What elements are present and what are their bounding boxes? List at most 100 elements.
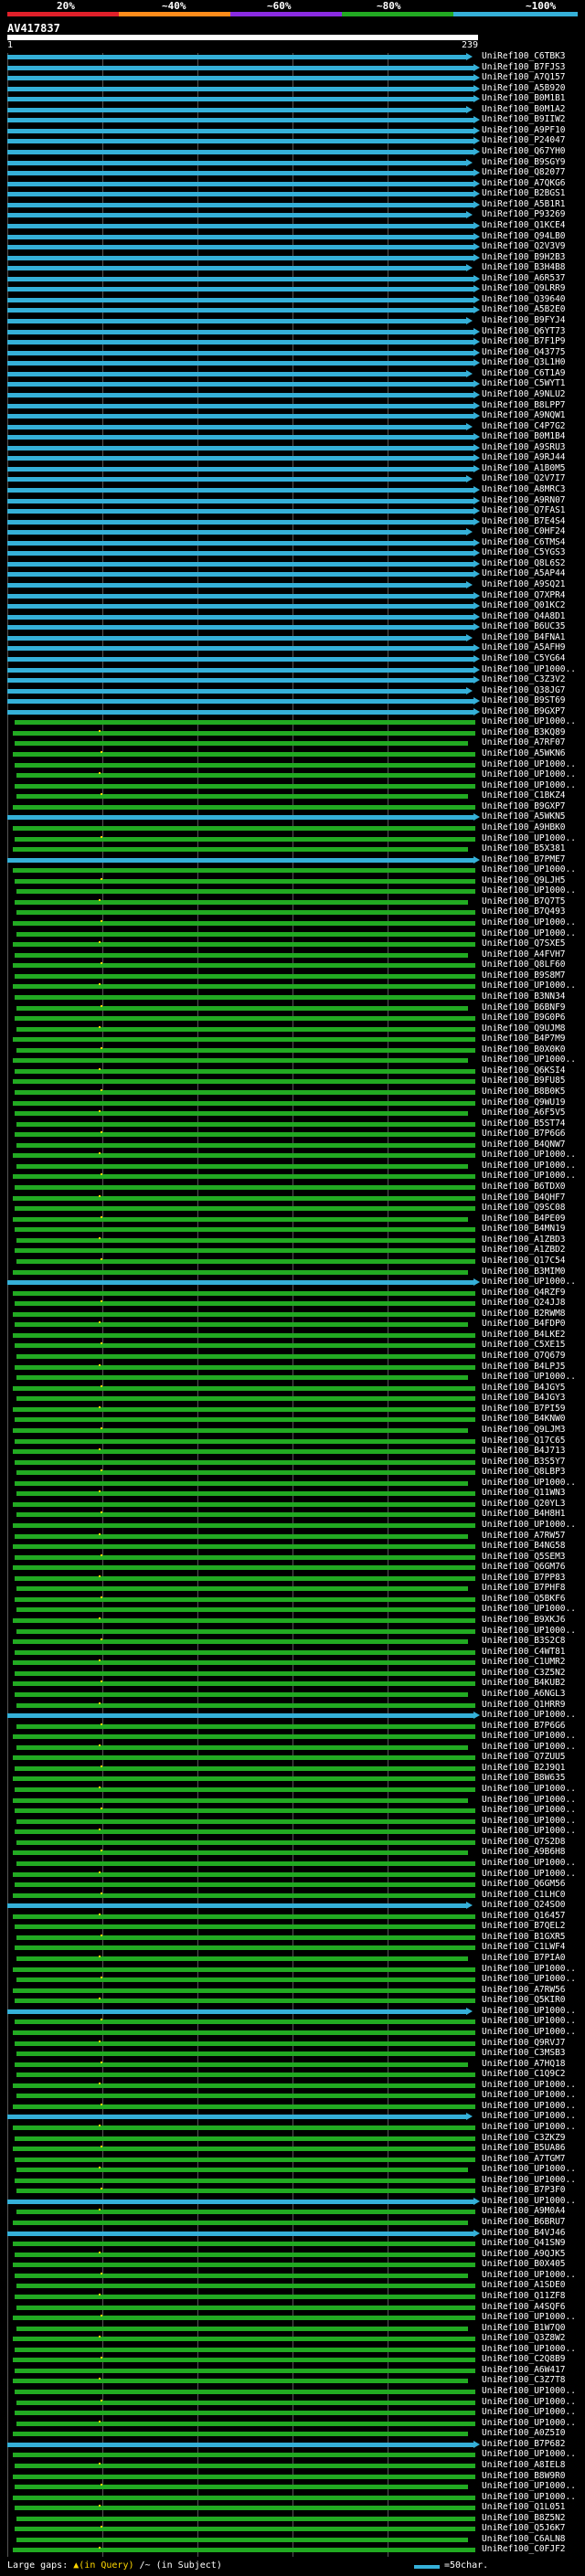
hit-row[interactable]: UniRef100_UP1000..	[0, 1521, 585, 1530]
hit-alignment-bar[interactable]	[15, 2178, 475, 2183]
hit-alignment-bar[interactable]	[15, 1111, 468, 1117]
hit-label[interactable]: UniRef100_UP1000..	[482, 1795, 576, 1805]
hit-label[interactable]: UniRef100_B2RWM8	[482, 1309, 566, 1319]
hit-alignment-bar[interactable]	[16, 2094, 475, 2099]
hit-label[interactable]: UniRef100_A5AP44	[482, 569, 566, 578]
hit-alignment-bar[interactable]	[7, 857, 475, 863]
hit-alignment-bar[interactable]	[7, 498, 475, 504]
hit-label[interactable]: UniRef100_A5AFH9	[482, 643, 566, 652]
hit-row[interactable]: UniRef100_A8IEL8	[0, 2460, 585, 2470]
hit-alignment-bar[interactable]	[16, 794, 468, 800]
hit-alignment-bar[interactable]	[16, 2210, 475, 2215]
hit-alignment-bar[interactable]	[7, 371, 468, 376]
hit-alignment-bar[interactable]	[13, 2083, 475, 2088]
hit-row[interactable]: UniRef100_B7P6G6	[0, 1721, 585, 1731]
hit-alignment-bar[interactable]	[7, 519, 475, 525]
hit-label[interactable]: UniRef100_B6BNF9	[482, 1002, 566, 1012]
hit-row[interactable]: UniRef100_UP1000..	[0, 2418, 585, 2428]
hit-row[interactable]: UniRef100_C2Q8B9	[0, 2355, 585, 2364]
hit-alignment-bar[interactable]	[15, 2041, 475, 2046]
hit-label[interactable]: UniRef100_Q9LJM3	[482, 1425, 566, 1435]
hit-row[interactable]: UniRef100_UP1000..	[0, 780, 585, 790]
hit-alignment-bar[interactable]	[16, 1237, 475, 1243]
hit-row[interactable]: UniRef100_B7PI59	[0, 1404, 585, 1414]
hit-row[interactable]: UniRef100_Q9LJM3	[0, 1425, 585, 1435]
hit-label[interactable]: UniRef100_Q9LJH5	[482, 875, 566, 885]
hit-row[interactable]: UniRef100_Q1KCE4	[0, 220, 585, 230]
hit-label[interactable]: UniRef100_B5ST74	[482, 1118, 566, 1129]
hit-label[interactable]: UniRef100_Q7SXE5	[482, 939, 566, 949]
hit-alignment-bar[interactable]	[16, 1628, 475, 1634]
hit-row[interactable]: UniRef100_A1ZBD2	[0, 1246, 585, 1255]
hit-label[interactable]: UniRef100_C3MSB3	[482, 2049, 566, 2058]
hit-label[interactable]: UniRef100_UP1000..	[482, 1171, 576, 1181]
hit-row[interactable]: UniRef100_Q11ZF8	[0, 2291, 585, 2301]
hit-alignment-bar[interactable]	[7, 118, 475, 123]
hit-label[interactable]: UniRef100_B7P682	[482, 2439, 566, 2449]
hit-alignment-bar[interactable]	[13, 2242, 475, 2247]
hit-label[interactable]: UniRef100_Q11WN3	[482, 1489, 566, 1498]
hit-row[interactable]: UniRef100_C1LHC0	[0, 1890, 585, 1900]
hit-alignment-bar[interactable]	[15, 2390, 475, 2395]
hit-label[interactable]: UniRef100_UP1000..	[482, 759, 576, 769]
hit-alignment-bar[interactable]	[13, 963, 475, 969]
hit-row[interactable]: UniRef100_A7RF07	[0, 738, 585, 747]
hit-label[interactable]: UniRef100_Q6KSI4	[482, 1065, 566, 1076]
hit-row[interactable]: UniRef100_B3S5Y7	[0, 1457, 585, 1467]
hit-label[interactable]: UniRef100_B6UC35	[482, 622, 566, 631]
hit-alignment-bar[interactable]	[7, 361, 475, 366]
hit-alignment-bar[interactable]	[7, 625, 475, 631]
hit-row[interactable]: UniRef100_P93269	[0, 210, 585, 219]
hit-row[interactable]: UniRef100_UP1000..	[0, 1785, 585, 1794]
hit-alignment-bar[interactable]	[15, 1765, 475, 1771]
hit-label[interactable]: UniRef100_A8MRC3	[482, 485, 566, 494]
hit-label[interactable]: UniRef100_B7P6G6	[482, 1721, 566, 1731]
hit-alignment-bar[interactable]	[16, 1702, 475, 1708]
hit-alignment-bar[interactable]	[16, 1375, 468, 1381]
hit-row[interactable]: UniRef100_B4QHF7	[0, 1193, 585, 1203]
hit-alignment-bar[interactable]	[7, 530, 468, 535]
hit-row[interactable]: UniRef100_B1W7Q0	[0, 2323, 585, 2333]
hit-alignment-bar[interactable]	[15, 1322, 468, 1328]
hit-row[interactable]: UniRef100_A7QKG6	[0, 178, 585, 188]
hit-row[interactable]: UniRef100_A5B2E0	[0, 305, 585, 314]
hit-label[interactable]: UniRef100_Q43775	[482, 347, 566, 357]
hit-alignment-bar[interactable]	[15, 1998, 475, 2004]
hit-alignment-bar[interactable]	[7, 55, 468, 59]
hit-label[interactable]: UniRef100_A7Q157	[482, 73, 566, 82]
hit-label[interactable]: UniRef100_B7PME7	[482, 854, 566, 864]
hit-label[interactable]: UniRef100_A7RW57	[482, 1531, 566, 1541]
hit-alignment-bar[interactable]	[7, 488, 475, 493]
hit-row[interactable]: UniRef100_B9SGY9	[0, 157, 585, 167]
hit-label[interactable]: UniRef100_A6W417	[482, 2365, 566, 2375]
hit-row[interactable]: UniRef100_UP1000..	[0, 918, 585, 928]
hit-label[interactable]: UniRef100_B8W9R0	[482, 2471, 566, 2481]
hit-label[interactable]: UniRef100_Q8LF60	[482, 960, 566, 970]
hit-label[interactable]: UniRef100_B4JGY3	[482, 1394, 566, 1403]
hit-row[interactable]: UniRef100_UP1000..	[0, 1742, 585, 1752]
hit-label[interactable]: UniRef100_B9FYJ4	[482, 316, 566, 325]
hit-row[interactable]: UniRef100_A7Q157	[0, 73, 585, 82]
hit-alignment-bar[interactable]	[7, 424, 468, 429]
hit-row[interactable]: UniRef100_B4MN19	[0, 1224, 585, 1234]
hit-row[interactable]: UniRef100_C6T1A9	[0, 368, 585, 378]
hit-label[interactable]: UniRef100_A7RW56	[482, 1985, 566, 1995]
hit-row[interactable]: UniRef100_B4JGY5	[0, 1383, 585, 1393]
hit-alignment-bar[interactable]	[7, 97, 475, 102]
hit-alignment-bar[interactable]	[7, 340, 475, 345]
hit-label[interactable]: UniRef100_C1LHC0	[482, 1890, 566, 1900]
hit-row[interactable]: UniRef100_C6TBK3	[0, 52, 585, 61]
hit-alignment-bar[interactable]	[15, 2136, 475, 2141]
hit-row[interactable]: UniRef100_Q5KIR0	[0, 1996, 585, 2005]
hit-label[interactable]: UniRef100_UP1000..	[482, 2387, 576, 2396]
hit-row[interactable]: UniRef100_A6NGL3	[0, 1689, 585, 1699]
hit-label[interactable]: UniRef100_B4PE09	[482, 1214, 566, 1224]
hit-label[interactable]: UniRef100_A5B920	[482, 83, 566, 93]
hit-label[interactable]: UniRef100_Q9RVJ7	[482, 2038, 566, 2048]
hit-row[interactable]: UniRef100_Q20YL3	[0, 1499, 585, 1509]
hit-alignment-bar[interactable]	[16, 2537, 468, 2542]
hit-row[interactable]: UniRef100_Q7SXE5	[0, 939, 585, 949]
hit-label[interactable]: UniRef100_C3ZKZ9	[482, 2133, 566, 2143]
hit-alignment-bar[interactable]	[16, 1818, 475, 1824]
hit-alignment-bar[interactable]	[7, 551, 475, 557]
